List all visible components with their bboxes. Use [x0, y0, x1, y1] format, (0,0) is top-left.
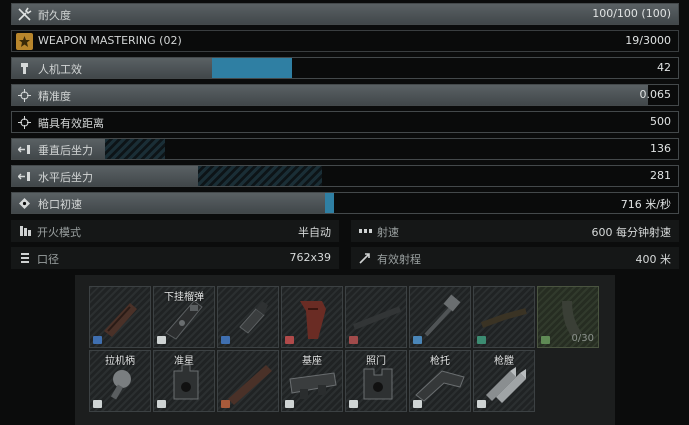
slot-type-tag: [541, 336, 550, 344]
stat-value: 281: [650, 169, 671, 182]
stat-label: 垂直后坐力: [38, 144, 93, 157]
info-value: 600 每分钟射速: [591, 226, 672, 239]
mod-slot-handguard-3[interactable]: [217, 350, 279, 412]
muzzle-velocity-icon: [16, 195, 33, 212]
stat-modifier-fill: [211, 58, 292, 78]
info-caliber: 口径 762x39: [11, 247, 339, 269]
stat-modifier-fill: [105, 139, 166, 159]
recoil-icon: [16, 141, 33, 158]
slot-type-tag: [285, 336, 294, 344]
stat-accuracy: 精准度 0.065: [11, 84, 679, 106]
stat-value: 0.065: [639, 88, 672, 101]
info-fire-mode: 开火模式 半自动: [11, 220, 339, 242]
stat-label: 耐久度: [38, 9, 71, 22]
stat-vertical-recoil: 垂直后坐力 136: [11, 138, 679, 160]
caliber-icon: [17, 250, 33, 266]
slot-type-tag: [477, 400, 486, 408]
mod-slot-rear-sight[interactable]: 照门: [345, 350, 407, 412]
slot-title: 拉机柄: [105, 356, 135, 367]
info-value: 400 米: [635, 253, 672, 266]
ergonomics-icon: [16, 60, 33, 77]
crosshair-icon: [16, 87, 33, 104]
slot-title: 枪膛: [494, 356, 514, 367]
magazine-count: 0/30: [571, 333, 594, 344]
mod-slot-magazine[interactable]: 0/30: [537, 286, 599, 348]
stat-value: 19/3000: [625, 34, 671, 47]
mod-slot-muzzle[interactable]: [409, 286, 471, 348]
mastery-badge-icon: [16, 33, 33, 50]
recoil-icon: [16, 168, 33, 185]
crosshair-icon: [16, 114, 33, 131]
slot-type-tag: [221, 336, 230, 344]
mod-slot-handguard-2[interactable]: [345, 286, 407, 348]
range-icon: [357, 250, 373, 266]
weapon-mods-panel: 下挂榴弹 0/30 拉机柄 准星 基座 照门 枪托 枪膛: [75, 275, 615, 425]
stat-value: 100/100 (100): [592, 7, 671, 20]
stat-label: 人机工效: [38, 63, 82, 76]
fire-mode-icon: [17, 223, 33, 239]
stat-modifier-fill: [198, 166, 322, 186]
mod-slot-handguard[interactable]: [89, 286, 151, 348]
stat-ergonomics: 人机工效 42: [11, 57, 679, 79]
slot-title: 准星: [174, 356, 194, 367]
slot-type-tag: [93, 336, 102, 344]
stat-horizontal-recoil: 水平后坐力 281: [11, 165, 679, 187]
info-rate-of-fire: 射速 600 每分钟射速: [351, 220, 679, 242]
slot-type-tag: [413, 336, 422, 344]
info-label: 射速: [377, 226, 399, 239]
stat-value: 42: [657, 61, 671, 74]
slot-type-tag: [413, 400, 422, 408]
stat-label: 水平后坐力: [38, 171, 93, 184]
stat-durability: 耐久度 100/100 (100): [11, 3, 679, 25]
slot-title: 下挂榴弹: [164, 292, 204, 303]
slot-type-tag: [93, 400, 102, 408]
stat-label: 精准度: [38, 90, 71, 103]
wrench-screwdriver-icon: [16, 6, 33, 23]
stat-modifier-fill: [325, 193, 334, 213]
mod-slot-mount[interactable]: 基座: [281, 350, 343, 412]
mod-slot-gas-block[interactable]: [217, 286, 279, 348]
stat-fill: [12, 4, 678, 24]
stat-value: 716 米/秒: [620, 198, 671, 211]
mod-slot-charging-handle[interactable]: 拉机柄: [89, 350, 151, 412]
slot-type-tag: [157, 336, 166, 344]
rate-of-fire-icon: [357, 223, 373, 239]
slot-type-tag: [157, 400, 166, 408]
stat-weapon-mastering: WEAPON MASTERING (02) 19/3000: [11, 30, 679, 52]
mod-slot-stock[interactable]: 枪托: [409, 350, 471, 412]
info-effective-range: 有效射程 400 米: [351, 247, 679, 269]
slot-title: 照门: [366, 356, 386, 367]
mod-slot-front-sight[interactable]: 准星: [153, 350, 215, 412]
info-label: 口径: [37, 253, 59, 266]
info-value: 半自动: [298, 226, 331, 239]
stat-label: 枪口初速: [38, 198, 82, 211]
mod-slot-pistol-grip[interactable]: [281, 286, 343, 348]
slot-type-tag: [477, 336, 486, 344]
stat-fill: [12, 85, 649, 105]
info-value: 762x39: [289, 251, 331, 264]
slot-type-tag: [285, 400, 294, 408]
stat-sighting-range: 瞄具有效距离 500: [11, 111, 679, 133]
slot-title: 基座: [302, 356, 322, 367]
slot-title: 枪托: [430, 356, 450, 367]
stat-label: 瞄具有效距离: [38, 117, 104, 130]
slot-type-tag: [349, 336, 358, 344]
slot-type-tag: [349, 400, 358, 408]
stat-muzzle-velocity: 枪口初速 716 米/秒: [11, 192, 679, 214]
stat-value: 136: [650, 142, 671, 155]
stat-label: WEAPON MASTERING (02): [38, 34, 182, 47]
mod-slot-underbarrel[interactable]: 下挂榴弹: [153, 286, 215, 348]
slot-type-tag: [221, 400, 230, 408]
info-label: 开火模式: [37, 226, 81, 239]
stat-value: 500: [650, 115, 671, 128]
mod-slot-chamber[interactable]: 枪膛: [473, 350, 535, 412]
mod-slot-barrel[interactable]: [473, 286, 535, 348]
info-label: 有效射程: [377, 253, 421, 266]
